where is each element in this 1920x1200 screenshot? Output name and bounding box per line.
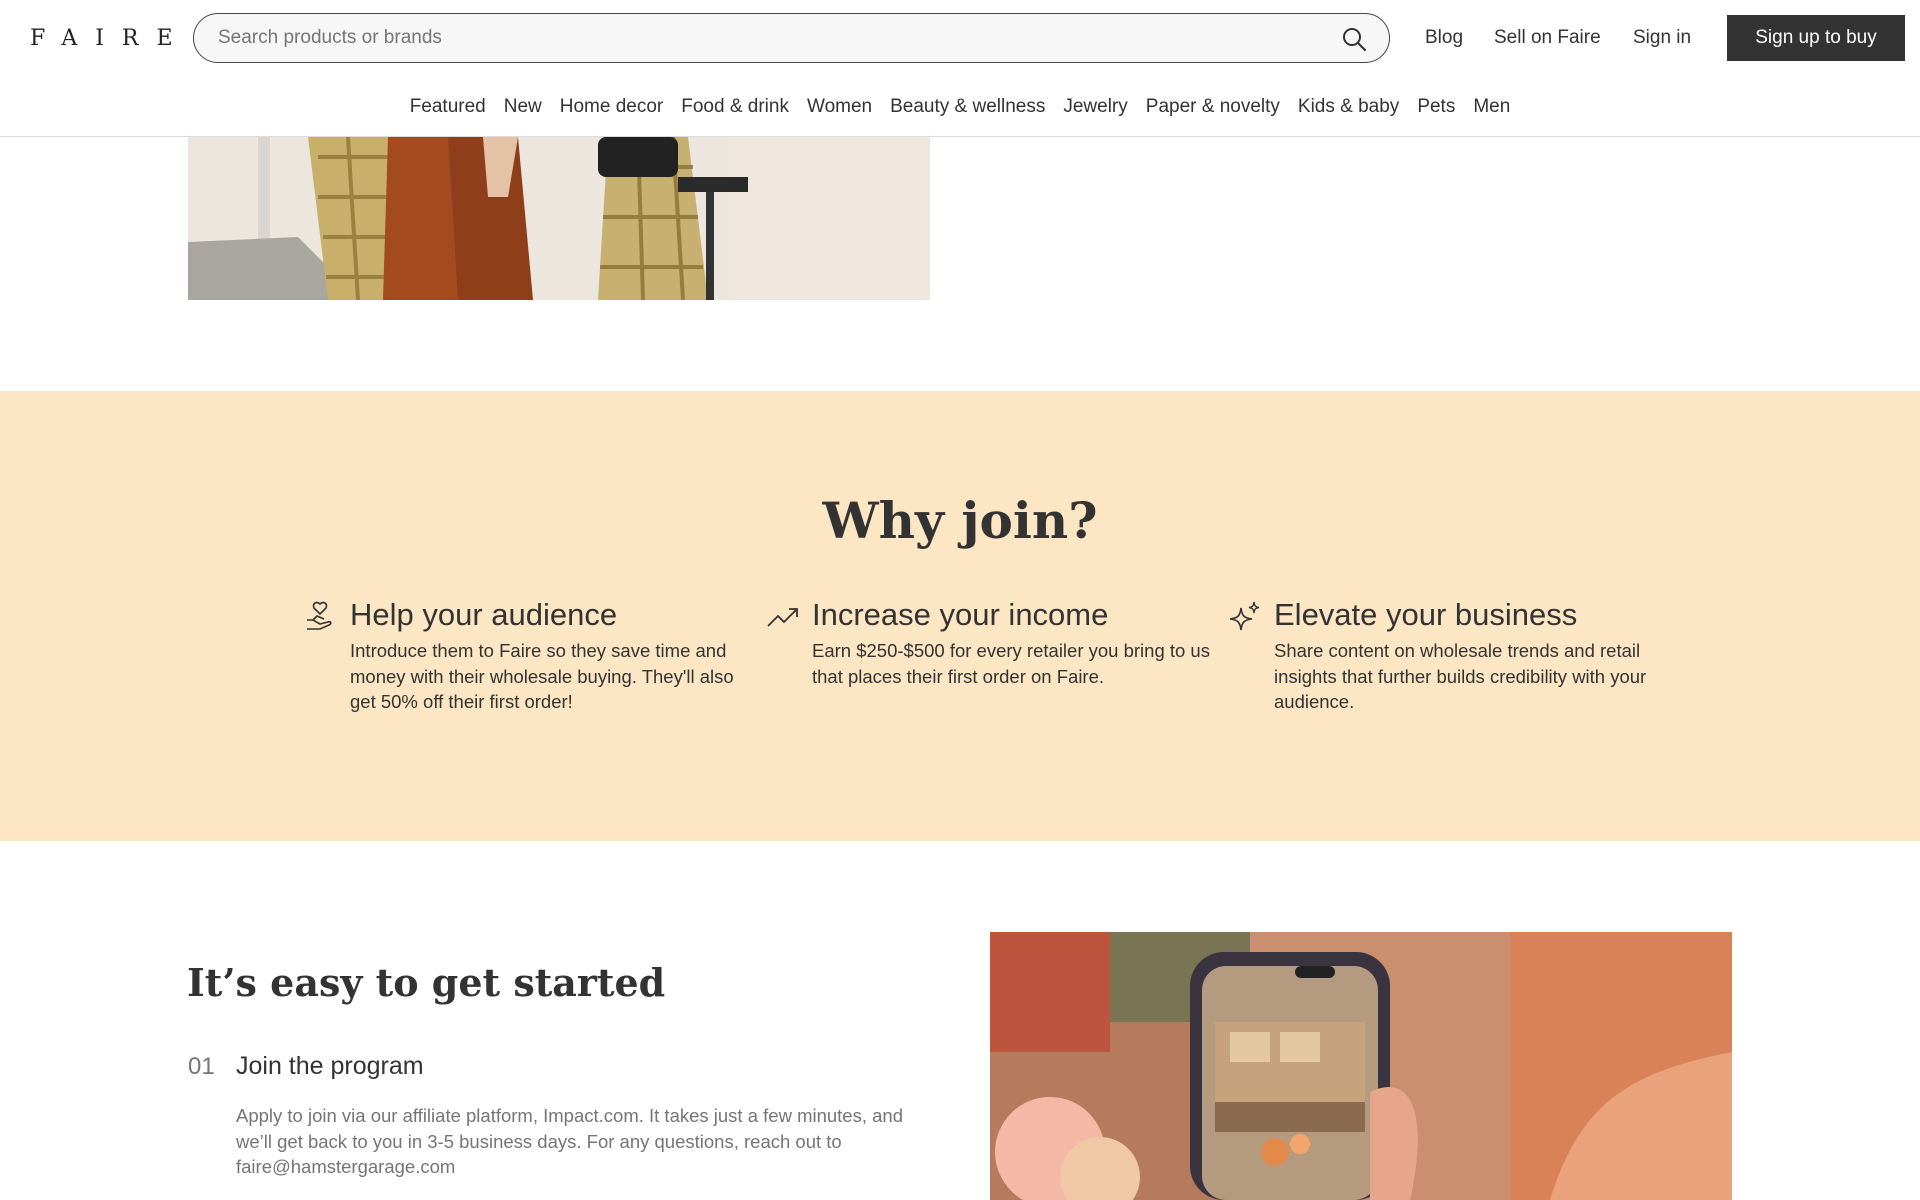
search-input[interactable] xyxy=(218,14,1298,61)
blog-link[interactable]: Blog xyxy=(1425,27,1463,49)
hand-heart-icon xyxy=(307,601,332,630)
getting-started-title: It’s easy to get started xyxy=(187,960,666,1005)
nav-item-pets[interactable]: Pets xyxy=(1408,96,1464,118)
nav-item-jewelry[interactable]: Jewelry xyxy=(1054,96,1136,118)
why-join-title: Why join? xyxy=(822,491,1098,550)
trending-up-icon xyxy=(767,608,798,627)
search-bar[interactable] xyxy=(193,13,1390,63)
feature-text: Introduce them to Faire so they save tim… xyxy=(350,640,734,712)
nav-item-new[interactable]: New xyxy=(495,96,551,118)
sign-up-button[interactable]: Sign up to buy xyxy=(1727,15,1905,61)
nav-item-home-decor[interactable]: Home decor xyxy=(551,96,673,118)
feature-text: Share content on wholesale trends and re… xyxy=(1274,640,1647,712)
feature-title: Elevate your business xyxy=(1274,597,1578,632)
feature-title: Help your audience xyxy=(350,597,618,632)
feature-elevate-business: Elevate your business Share content on w… xyxy=(1229,596,1674,715)
nav-item-kids-baby[interactable]: Kids & baby xyxy=(1289,96,1408,118)
phone-photo xyxy=(990,932,1732,1200)
nav-item-men[interactable]: Men xyxy=(1464,96,1519,118)
nav-item-paper-novelty[interactable]: Paper & novelty xyxy=(1137,96,1289,118)
feature-title: Increase your income xyxy=(812,597,1109,632)
why-join-section: Why join? Help your audience Introduce t… xyxy=(0,391,1920,841)
step-number: 01 xyxy=(188,1053,215,1080)
category-nav: Featured New Home decor Food & drink Wom… xyxy=(0,96,1920,118)
sign-in-link[interactable]: Sign in xyxy=(1633,27,1691,49)
feature-help-audience: Help your audience Introduce them to Fai… xyxy=(307,596,750,715)
search-icon[interactable] xyxy=(1341,26,1367,52)
feature-text: Earn $250-$500 for every retailer you br… xyxy=(812,640,1210,687)
site-header: FAIRE Blog Sell on Faire Sign in Sign up… xyxy=(0,0,1920,137)
hero-photo xyxy=(188,137,930,300)
nav-item-women[interactable]: Women xyxy=(798,96,881,118)
nav-item-beauty-wellness[interactable]: Beauty & wellness xyxy=(881,96,1054,118)
feature-increase-income: Increase your income Earn $250-$500 for … xyxy=(767,596,1212,689)
sparkle-icon xyxy=(1229,601,1260,631)
sell-on-faire-link[interactable]: Sell on Faire xyxy=(1494,27,1601,49)
nav-item-featured[interactable]: Featured xyxy=(401,96,495,118)
faire-logo[interactable]: FAIRE xyxy=(30,26,191,51)
step-title: Join the program xyxy=(236,1052,424,1080)
step-text: Apply to join via our affiliate platform… xyxy=(236,1105,903,1177)
nav-item-food-drink[interactable]: Food & drink xyxy=(672,96,798,118)
